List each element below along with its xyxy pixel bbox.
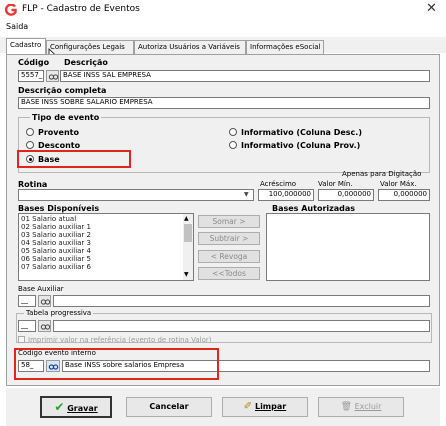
provento-label: Provento xyxy=(38,128,79,137)
bases-disponiveis-list[interactable]: 01 Salario atual 02 Salario auxiliar 1 0… xyxy=(18,213,194,281)
cancelar-button[interactable]: Cancelar xyxy=(126,397,212,417)
tab-informacoes-esocial[interactable]: Informações eSocial xyxy=(246,40,324,54)
trash-icon: 🗑 xyxy=(340,402,353,412)
descricao-input[interactable]: BASE INSS SAL EMPRESA xyxy=(60,70,430,82)
list-item[interactable]: 06 Salario auxiliar 5 xyxy=(21,256,91,263)
bases-autorizadas-label: Bases Autorizadas xyxy=(272,204,356,213)
list-item[interactable]: 05 Salario auxiliar 4 xyxy=(21,248,91,255)
list-item[interactable]: 07 Salario auxiliar 6 xyxy=(21,264,91,271)
checkmark-icon: ✔ xyxy=(54,400,65,414)
limpar-label: Limpar xyxy=(254,402,287,411)
radio-provento[interactable] xyxy=(26,128,34,136)
scroll-down-icon[interactable]: ▼ xyxy=(184,271,189,278)
todos-button[interactable]: <<Todos xyxy=(198,267,260,280)
acrescimo-label: Acréscimo xyxy=(260,180,297,188)
imprimir-checkbox[interactable] xyxy=(18,336,25,343)
subtrair-button[interactable]: Subtrair > xyxy=(198,232,260,245)
highlight-codigo-evento-interno xyxy=(14,348,219,380)
valor-max-label: Valor Máx. xyxy=(380,180,417,188)
tabela-progressiva-input[interactable]: __ xyxy=(18,320,36,332)
limpar-button[interactable]: ✐ Limpar xyxy=(222,397,308,417)
tab-configuracoes-legais[interactable]: Configurações Legais xyxy=(46,40,134,54)
menu-item-saida[interactable]: Saida xyxy=(6,22,28,31)
base-auxiliar-label: Base Auxiliar xyxy=(18,285,64,293)
radio-informativo-desc[interactable] xyxy=(229,128,237,136)
highlight-base xyxy=(17,150,131,168)
gravar-label: Gravar xyxy=(67,404,98,413)
chevron-down-icon[interactable]: ▼ xyxy=(244,191,249,198)
desconto-label: Desconto xyxy=(38,141,81,150)
excluir-button[interactable]: 🗑 Excluir xyxy=(318,397,404,417)
informativo-prov-label: Informativo (Coluna Prov.) xyxy=(241,141,361,150)
base-auxiliar-input[interactable]: __ xyxy=(18,295,36,307)
bases-autorizadas-list[interactable] xyxy=(266,213,430,281)
tabela-progressiva-desc xyxy=(53,320,430,332)
apenas-digitacao-label: Apenas para Digitação xyxy=(342,170,422,178)
radio-desconto[interactable] xyxy=(26,141,34,149)
close-icon[interactable]: ✕ xyxy=(426,1,437,16)
tab-cadastro[interactable]: Cadastro xyxy=(6,38,46,55)
eraser-icon: ✐ xyxy=(243,401,253,412)
search-icon[interactable] xyxy=(46,70,59,82)
list-item[interactable]: 01 Salario atual xyxy=(21,216,76,223)
scrollbar-thumb[interactable] xyxy=(184,224,192,242)
excluir-label: Excluir xyxy=(354,402,382,411)
search-icon[interactable] xyxy=(38,320,51,332)
base-auxiliar-desc xyxy=(53,295,430,307)
valor-max-input[interactable]: 0,000000 xyxy=(378,189,430,201)
app-logo-icon xyxy=(5,4,17,16)
tabela-progressiva-label: Tabela progressiva xyxy=(24,309,94,317)
valor-min-input[interactable]: 0,000000 xyxy=(318,189,374,201)
codigo-input[interactable]: 5557_ xyxy=(18,70,44,82)
radio-informativo-prov[interactable] xyxy=(229,141,237,149)
somar-button[interactable]: Somar > xyxy=(198,215,260,228)
imprimir-label: Imprimir valor na referência (evento de … xyxy=(28,336,212,344)
descricao-completa-input[interactable]: BASE INSS SOBRE SALARIO EMPRESA xyxy=(18,97,430,109)
valor-min-label: Valor Mín. xyxy=(318,180,353,188)
rotina-select[interactable] xyxy=(18,189,254,201)
revoga-button[interactable]: < Revoga xyxy=(198,250,260,263)
scroll-up-icon[interactable]: ▲ xyxy=(184,215,189,222)
bases-disponiveis-label: Bases Disponíveis xyxy=(18,204,100,213)
informativo-desc-label: Informativo (Coluna Desc.) xyxy=(241,128,362,137)
tab-autoriza-usuarios[interactable]: Autoriza Usuários a Variáveis xyxy=(134,40,246,54)
acrescimo-input[interactable]: 100,000000 xyxy=(258,189,314,201)
search-icon[interactable] xyxy=(38,295,51,307)
tipo-evento-label: Tipo de evento xyxy=(30,113,102,122)
menu-bar xyxy=(0,20,446,34)
window-title: FLP - Cadastro de Eventos xyxy=(22,4,140,14)
rotina-label: Rotina xyxy=(18,180,48,189)
list-item[interactable]: 03 Salario auxiliar 2 xyxy=(21,232,91,239)
list-item[interactable]: 02 Salario auxiliar 1 xyxy=(21,224,91,231)
codigo-label: Código xyxy=(18,58,50,67)
descricao-label: Descrição xyxy=(64,58,108,67)
descricao-completa-label: Descrição completa xyxy=(18,86,107,95)
gravar-button[interactable]: ✔ Gravar xyxy=(40,396,112,418)
list-item[interactable]: 04 Salario auxiliar 3 xyxy=(21,240,91,247)
